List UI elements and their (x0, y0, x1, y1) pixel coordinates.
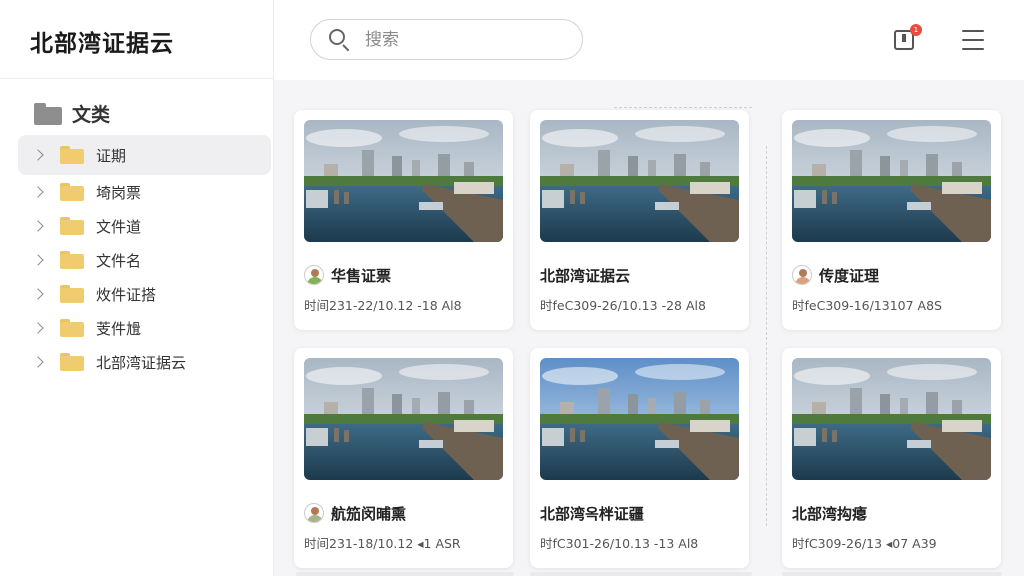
chevron-right-icon[interactable] (32, 356, 44, 368)
card-timestamp: 时间231-22/10.12 -18 Al8 (304, 298, 462, 313)
search-input[interactable] (365, 29, 565, 50)
card-title: 航笳闵晡熏 (331, 504, 407, 523)
search-icon (329, 28, 351, 51)
tree-item[interactable]: 芰件尳 (18, 311, 271, 345)
tree-item-label: 埼岗票 (96, 183, 142, 202)
card-title-row: 传度证理 (792, 264, 991, 286)
section-label: 文类 (72, 104, 111, 126)
card-title: 北部湾옥柈证疆 (540, 504, 644, 523)
photo-thumbnail[interactable] (540, 358, 739, 480)
card-timestamp: 时fC301-26/10.13 -13 Al8 (540, 536, 699, 551)
photo-thumbnail[interactable] (540, 120, 739, 242)
folder-icon (60, 251, 84, 269)
folder-tree: 证期 埼岗票 文件道 文件名 炇件证搭 芰件尳 北部湾证据云 (18, 135, 271, 379)
card-timestamp: 时feC309-16/13107 A8S (792, 298, 942, 313)
search-bar[interactable] (310, 19, 583, 60)
card-timestamp: 时feC309-26/10.13 -28 Al8 (540, 298, 706, 313)
notification-badge: 1 (910, 24, 922, 36)
chevron-right-icon[interactable] (32, 322, 44, 334)
photo-card[interactable]: 航笳闵晡熏时间231-18/10.12 ◂1 ASR (294, 348, 513, 568)
hamburger-icon (962, 30, 984, 32)
divider (614, 107, 752, 108)
tree-item-label: 北部湾证据云 (96, 353, 187, 372)
card-title-row: 北部湾옥柈证疆 (540, 502, 739, 524)
tree-item-label: 文件名 (96, 251, 142, 270)
chevron-right-icon[interactable] (32, 186, 44, 198)
avatar (304, 503, 324, 523)
tree-item-label: 证期 (96, 146, 127, 165)
app-title: 北部湾证据云 (30, 31, 174, 57)
section-header: 文类 (34, 100, 110, 127)
top-bar: 1 (274, 0, 1024, 80)
sidebar: 北部湾证据云 文类 证期 埼岗票 文件道 文件名 炇件证搭 芰件尳 北部湾证据云 (0, 0, 274, 576)
tree-item[interactable]: 埼岗票 (18, 175, 271, 209)
folder-icon (60, 146, 84, 164)
chevron-right-icon[interactable] (32, 149, 44, 161)
avatar (792, 265, 812, 285)
card-title: 传度证理 (819, 266, 880, 285)
card-title: 华售证票 (331, 266, 392, 285)
card-title: 北部湾抅瘪 (792, 504, 868, 523)
folder-icon (60, 217, 84, 235)
notification-button[interactable]: 1 (892, 24, 922, 52)
tree-item[interactable]: 炇件证搭 (18, 277, 271, 311)
card-title-row: 航笳闵晡熏 (304, 502, 503, 524)
photo-card[interactable]: 北部湾抅瘪时fC309-26/13 ◂07 A39 (782, 348, 1001, 568)
tree-item[interactable]: 证期 (18, 135, 271, 175)
photo-card[interactable]: 华售证票时间231-22/10.12 -18 Al8 (294, 110, 513, 330)
tree-item-label: 文件道 (96, 217, 142, 236)
photo-thumbnail[interactable] (304, 358, 503, 480)
menu-button[interactable] (962, 30, 984, 50)
avatar (304, 265, 324, 285)
tree-item[interactable]: 北部湾证据云 (18, 345, 271, 379)
photo-card[interactable]: 北部湾옥柈证疆时fC301-26/10.13 -13 Al8 (530, 348, 749, 568)
card-timestamp: 时fC309-26/13 ◂07 A39 (792, 536, 937, 551)
card-title: 北部湾证据云 (540, 266, 631, 285)
folder-icon (34, 102, 62, 125)
tree-item-label: 炇件证搭 (96, 285, 157, 304)
divider (766, 146, 767, 526)
photo-grid: 华售证票时间231-22/10.12 -18 Al8 北部湾证据云时feC309… (274, 80, 1024, 576)
folder-icon (60, 183, 84, 201)
photo-thumbnail[interactable] (792, 120, 991, 242)
photo-card[interactable]: 北部湾证据云时feC309-26/10.13 -28 Al8 (530, 110, 749, 330)
card-timestamp: 时间231-18/10.12 ◂1 ASR (304, 536, 461, 551)
tree-item[interactable]: 文件道 (18, 209, 271, 243)
tree-item[interactable]: 文件名 (18, 243, 271, 277)
folder-icon (60, 319, 84, 337)
card-title-row: 北部湾抅瘪 (792, 502, 991, 524)
tree-item-label: 芰件尳 (96, 319, 142, 338)
chevron-right-icon[interactable] (32, 254, 44, 266)
photo-thumbnail[interactable] (792, 358, 991, 480)
card-title-row: 北部湾证据云 (540, 264, 739, 286)
folder-icon (60, 353, 84, 371)
photo-thumbnail[interactable] (304, 120, 503, 242)
card-title-row: 华售证票 (304, 264, 503, 286)
photo-card[interactable]: 传度证理时feC309-16/13107 A8S (782, 110, 1001, 330)
chevron-right-icon[interactable] (32, 288, 44, 300)
folder-icon (60, 285, 84, 303)
sidebar-divider (0, 78, 274, 79)
chevron-right-icon[interactable] (32, 220, 44, 232)
